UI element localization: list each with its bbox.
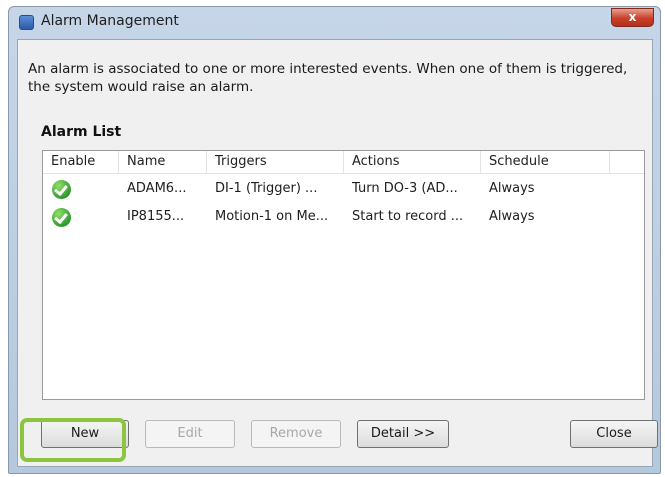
enable-cell[interactable] — [43, 175, 119, 203]
column-header-name[interactable]: Name — [119, 151, 207, 173]
triggers-cell: Motion-1 on Me... — [215, 209, 329, 224]
schedule-cell: Always — [489, 209, 535, 224]
close-button[interactable]: Close — [570, 420, 658, 448]
triggers-cell: DI-1 (Trigger) ... — [215, 181, 318, 196]
description-text: An alarm is associated to one or more in… — [28, 61, 628, 95]
dialog-body: An alarm is associated to one or more in… — [17, 39, 658, 467]
title-bar[interactable]: Alarm Management x — [9, 7, 660, 37]
column-header-triggers[interactable]: Triggers — [207, 151, 344, 173]
alarm-list[interactable]: Enable Name Triggers Actions Schedule AD… — [42, 150, 645, 400]
close-window-button[interactable]: x — [611, 8, 654, 27]
alarm-list-label: Alarm List — [41, 124, 122, 140]
enabled-check-icon — [52, 208, 71, 227]
remove-button[interactable]: Remove — [251, 420, 341, 448]
column-header-schedule[interactable]: Schedule — [481, 151, 610, 173]
column-header-actions[interactable]: Actions — [344, 151, 481, 173]
window-title: Alarm Management — [41, 13, 179, 29]
actions-cell: Start to record ... — [352, 209, 464, 224]
table-row[interactable]: IP8155... Motion-1 on Me... Start to rec… — [43, 203, 644, 231]
enabled-check-icon — [52, 180, 71, 199]
name-cell: ADAM6... — [127, 181, 187, 196]
schedule-cell: Always — [489, 181, 535, 196]
alarm-management-window: Alarm Management x An alarm is associate… — [8, 6, 661, 474]
table-row[interactable]: ADAM6... DI-1 (Trigger) ... Turn DO-3 (A… — [43, 175, 644, 203]
name-cell: IP8155... — [127, 209, 185, 224]
app-icon — [19, 15, 34, 30]
actions-cell: Turn DO-3 (AD... — [352, 181, 458, 196]
enable-cell[interactable] — [43, 203, 119, 231]
detail-button[interactable]: Detail >> — [357, 420, 449, 448]
new-button-highlight — [20, 418, 126, 462]
alarm-list-header: Enable Name Triggers Actions Schedule — [43, 151, 644, 174]
edit-button[interactable]: Edit — [145, 420, 235, 448]
column-header-enable[interactable]: Enable — [43, 151, 119, 173]
